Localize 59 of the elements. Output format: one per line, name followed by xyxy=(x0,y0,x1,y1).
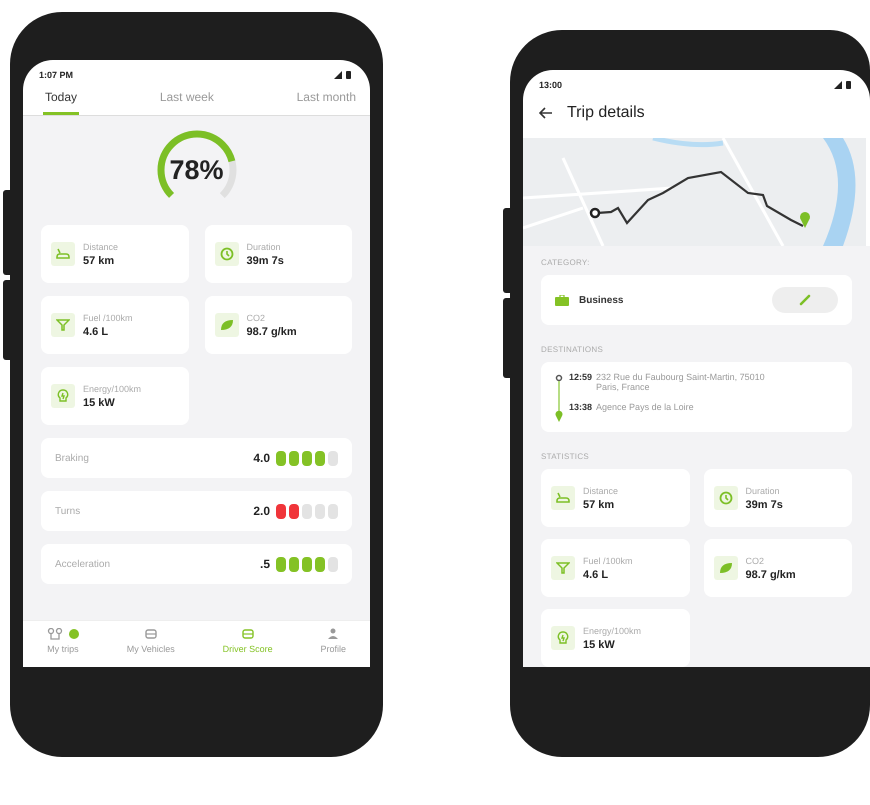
stat-value: 4.6 L xyxy=(83,326,110,338)
status-time: 13:00 xyxy=(539,80,562,90)
leaf-icon xyxy=(718,562,732,574)
stat-label: Fuel /100km xyxy=(583,556,633,566)
rating-label: Turns xyxy=(55,506,82,516)
stat-value: 39m 7s xyxy=(746,498,783,510)
funnel-icon xyxy=(556,562,570,574)
nav-tab[interactable]: My Vehicles xyxy=(120,621,181,667)
stat-value: 57 km xyxy=(83,254,116,266)
funnel-icon xyxy=(56,319,70,331)
destination-time: 13:38 xyxy=(569,402,592,412)
signal-battery-icon xyxy=(834,81,852,89)
destination-address: 232 Rue du Faubourg Saint-Martin, 75010 Paris, France xyxy=(596,372,766,392)
clock-icon xyxy=(220,247,234,261)
profile-icon xyxy=(327,628,340,640)
period-tab[interactable]: Last month xyxy=(294,86,358,115)
stat-label: CO2 xyxy=(246,312,266,322)
signal-battery-icon xyxy=(334,71,352,79)
section-heading: STATISTICS xyxy=(541,452,590,461)
stat-label: Distance xyxy=(83,242,118,252)
stat-value: 39m 7s xyxy=(246,254,284,266)
stat-label: Energy/100km xyxy=(83,384,142,394)
stat-value: 4.6 L xyxy=(583,568,610,580)
screen-title: Trip details xyxy=(567,104,645,122)
stat-value: 98.7 g/km xyxy=(246,326,297,338)
clock-icon xyxy=(718,491,732,505)
nav-tab[interactable]: Driver Score xyxy=(216,621,279,667)
bulb-icon xyxy=(557,631,569,645)
stat-label: Duration xyxy=(246,242,282,252)
pencil-icon xyxy=(799,294,811,306)
rating-value: 4.0 xyxy=(253,451,270,465)
back-arrow-icon[interactable] xyxy=(539,107,553,119)
rating-value: 2.0 xyxy=(253,504,270,518)
bulb-icon xyxy=(57,389,69,403)
nav-tab[interactable]: My trips xyxy=(40,621,85,667)
stat-label: CO2 xyxy=(746,556,766,566)
destination-time: 12:59 xyxy=(569,372,592,384)
leaf-icon xyxy=(220,319,234,331)
nav-tab[interactable]: Profile xyxy=(314,621,352,667)
stat-label: Distance xyxy=(583,486,618,496)
destination-address: Agence Pays de la Loire xyxy=(596,402,695,412)
section-heading: DESTINATIONS xyxy=(541,345,604,354)
period-tab[interactable]: Last week xyxy=(158,86,216,115)
badge-icon xyxy=(68,629,79,639)
stat-label: Duration xyxy=(746,486,781,496)
stat-value: 15 kW xyxy=(583,638,616,650)
stat-value: 57 km xyxy=(583,498,616,510)
stat-value: 15 kW xyxy=(83,396,116,408)
rating-label: Acceleration xyxy=(55,558,112,570)
timeline-drawing xyxy=(555,374,563,422)
briefcase-icon xyxy=(555,294,569,306)
category-value: Business xyxy=(579,294,624,306)
stat-label: Fuel /100km xyxy=(83,312,133,322)
stat-label: Energy/100km xyxy=(583,626,642,636)
status-time: 1:07 PM xyxy=(39,70,74,80)
rating-label: Braking xyxy=(55,452,90,464)
stat-value: 98.7 g/km xyxy=(746,568,796,580)
section-heading: CATEGORY: xyxy=(541,258,591,267)
rating-value: .5 xyxy=(260,557,270,571)
